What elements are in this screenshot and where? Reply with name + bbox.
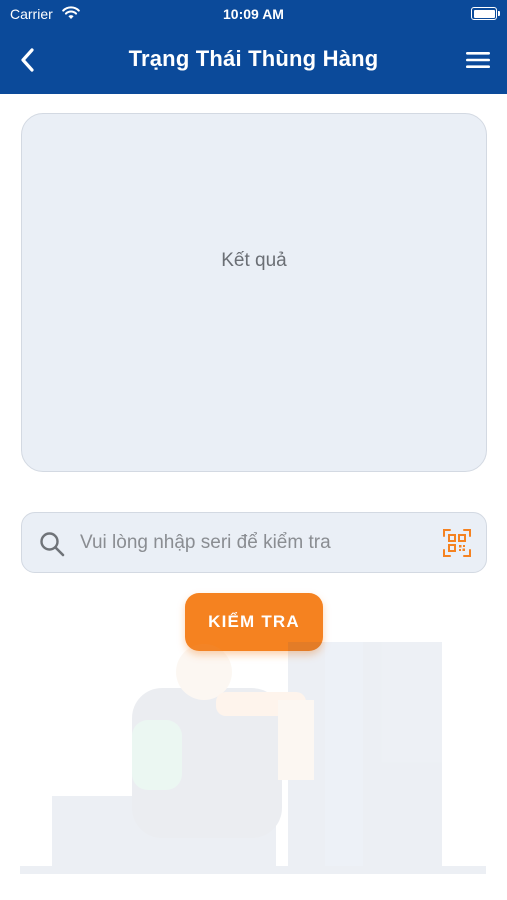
battery-icon <box>471 7 500 20</box>
search-icon <box>40 532 65 557</box>
menu-button[interactable] <box>463 46 493 74</box>
page-title: Trạng Thái Thùng Hàng <box>128 46 379 71</box>
result-placeholder: Kết quả <box>221 249 287 271</box>
warehouse-worker-illustration <box>20 642 486 874</box>
clock: 10:09 AM <box>223 6 284 22</box>
serial-input[interactable] <box>80 523 426 563</box>
status-bar: Carrier 10:09 AM <box>0 0 507 28</box>
result-panel: Kết quả <box>21 113 487 472</box>
hamburger-menu-icon <box>466 52 490 68</box>
serial-search-field[interactable] <box>21 512 487 573</box>
app-header: Carrier 10:09 AM Trạng Thái Thùng Hàng <box>0 0 507 94</box>
qr-scan-icon[interactable] <box>443 529 471 557</box>
